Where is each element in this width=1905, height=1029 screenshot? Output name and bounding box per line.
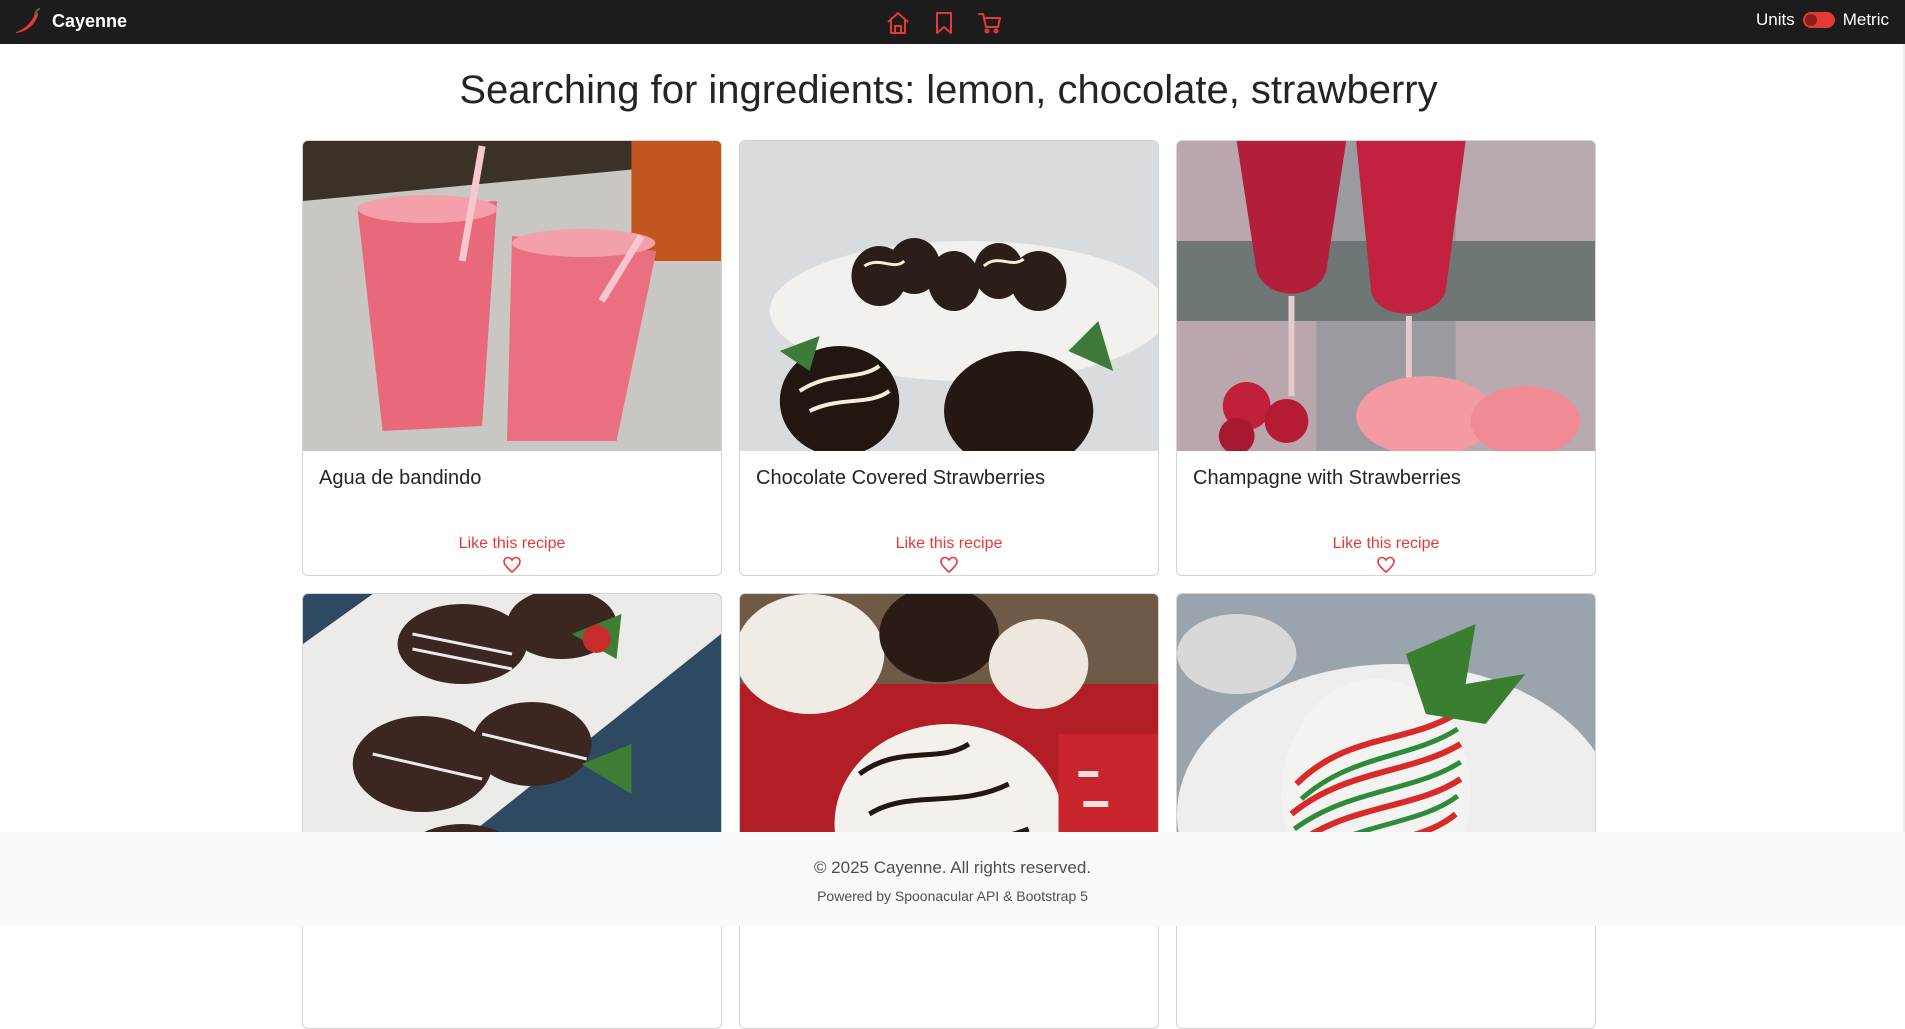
navbar: Cayenne Units Metric bbox=[0, 0, 1905, 44]
recipe-card: Agua de bandindo Like this recipe bbox=[302, 140, 722, 576]
recipe-card: Chocolate Covered Strawberries Like this… bbox=[739, 140, 1159, 576]
recipe-title[interactable]: Champagne with Strawberries bbox=[1193, 467, 1579, 490]
cart-icon[interactable] bbox=[977, 10, 1003, 36]
recipe-title[interactable]: Agua de bandindo bbox=[319, 467, 705, 490]
home-icon[interactable] bbox=[885, 10, 911, 36]
recipe-image[interactable] bbox=[303, 141, 721, 451]
page-title: Searching for ingredients: lemon, chocol… bbox=[459, 68, 1438, 112]
recipe-card bbox=[1176, 593, 1596, 1029]
like-recipe-link[interactable]: Like this recipe bbox=[303, 535, 721, 553]
recipe-title[interactable]: Chocolate Covered Strawberries bbox=[756, 467, 1142, 490]
heart-icon[interactable] bbox=[1376, 555, 1396, 575]
chili-pepper-icon bbox=[16, 8, 41, 33]
footer: © 2025 Cayenne. All rights reserved. Pow… bbox=[0, 832, 1905, 926]
recipe-image[interactable] bbox=[740, 141, 1158, 451]
units-value: Metric bbox=[1842, 10, 1889, 29]
nav-icons bbox=[885, 10, 1003, 36]
recipe-image[interactable] bbox=[1177, 141, 1595, 451]
units-label: Units bbox=[1755, 10, 1795, 29]
like-recipe-link[interactable]: Like this recipe bbox=[1177, 535, 1595, 553]
brand[interactable]: Cayenne bbox=[12, 6, 127, 36]
bookmark-icon[interactable] bbox=[931, 10, 957, 36]
recipe-card bbox=[739, 593, 1159, 1029]
recipe-card: Champagne with Strawberries Like this re… bbox=[1176, 140, 1596, 576]
units-toggle[interactable] bbox=[1802, 12, 1835, 28]
heart-icon[interactable] bbox=[502, 555, 522, 575]
heart-icon[interactable] bbox=[939, 555, 959, 575]
units-switch: Units Metric bbox=[1756, 10, 1889, 30]
footer-powered-by: Powered by Spoonacular API & Bootstrap 5 bbox=[817, 888, 1088, 904]
like-recipe-link[interactable]: Like this recipe bbox=[740, 535, 1158, 553]
brand-name: Cayenne bbox=[52, 10, 128, 31]
footer-copyright: © 2025 Cayenne. All rights reserved. bbox=[813, 858, 1092, 877]
recipe-card bbox=[302, 593, 722, 1029]
